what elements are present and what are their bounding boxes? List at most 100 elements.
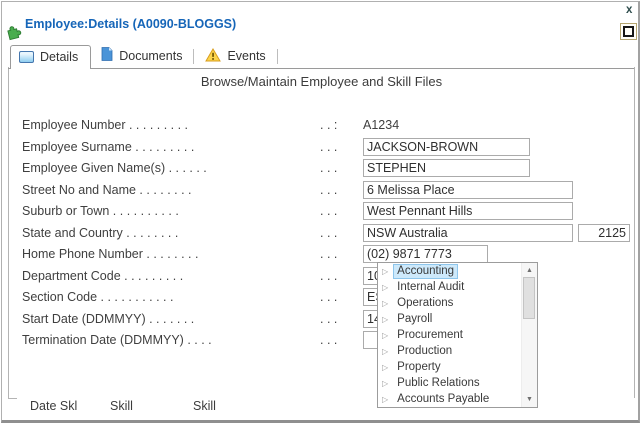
field-row-street: Street No and Name . . . . . . . . . . .: [22, 180, 634, 201]
puzzle-icon: [5, 23, 22, 41]
field-label: State and Country: [22, 225, 123, 240]
dot-leader: . . . .: [183, 333, 212, 347]
expand-arrow-icon: ▷: [382, 299, 389, 309]
dot-leader: . . . . . . . . . . .: [97, 290, 174, 304]
dropdown-item[interactable]: ▷ Public Relations: [378, 375, 521, 391]
dot-leader: . . . . . .: [165, 161, 207, 175]
tab-separator: [276, 49, 278, 64]
field-label: Department Code: [22, 268, 121, 283]
employee-number-value: A1234: [363, 118, 400, 132]
warning-icon: [205, 47, 222, 65]
dropdown-item-label: Property: [397, 360, 441, 373]
field-row-state-country: State and Country . . . . . . . . . . .: [22, 223, 634, 244]
field-row-employee-number: Employee Number . . . . . . . . . . . : …: [22, 116, 634, 136]
street-input[interactable]: [363, 180, 573, 199]
expand-arrow-icon: ▷: [382, 315, 389, 325]
dot-separator: . . .: [320, 268, 338, 283]
field-row-given-names: Employee Given Name(s) . . . . . . . . .: [22, 159, 634, 179]
panel-corner: [8, 398, 17, 399]
dropdown-item[interactable]: ▷ Procurement: [378, 328, 521, 344]
dropdown-item-label: Payroll: [397, 313, 433, 326]
dot-leader: . . . . . . . . .: [125, 118, 189, 132]
column-header-date-skl: Date Skl: [30, 399, 78, 413]
dot-leader: . . . . . . . . .: [131, 139, 195, 154]
dropdown-item[interactable]: ▷ Production: [378, 343, 521, 359]
dropdown-scrollbar[interactable]: ▲ ▼: [521, 263, 537, 407]
field-row-section: Section Code . . . . . . . . . . . . . .: [22, 288, 634, 308]
maximize-button[interactable]: [620, 23, 637, 40]
field-label: Street No and Name: [22, 182, 136, 197]
dot-leader: . . . . . . . . .: [120, 268, 184, 283]
dropdown-item-label: Public Relations: [397, 376, 480, 389]
dot-separator: . . .: [320, 290, 338, 304]
field-label: Employee Given Name(s): [22, 161, 166, 175]
tab-details[interactable]: Details: [10, 45, 92, 69]
tab-documents-label: Documents: [119, 49, 183, 63]
home-phone-input[interactable]: [363, 245, 488, 263]
dot-leader: . . . . . . .: [145, 311, 195, 326]
dropdown-item[interactable]: ▷ Payroll: [378, 312, 521, 328]
close-button[interactable]: x: [623, 3, 635, 17]
field-row-suburb: Suburb or Town . . . . . . . . . . . . .: [22, 202, 634, 222]
dot-separator: . . .: [320, 333, 338, 347]
dot-leader: . . . . . . . .: [142, 247, 199, 261]
column-header-skill-1: Skill: [110, 399, 133, 413]
dot-separator: . . .: [320, 311, 338, 326]
field-label: Employee Surname: [22, 139, 132, 154]
expand-arrow-icon: ▷: [382, 362, 389, 372]
field-row-surname: Employee Surname . . . . . . . . . . . .: [22, 137, 634, 158]
page-title: Browse/Maintain Employee and Skill Files: [200, 74, 443, 89]
dot-separator: . . .: [320, 182, 338, 197]
expand-arrow-icon: ▷: [382, 331, 389, 340]
tab-events[interactable]: Events: [195, 46, 275, 68]
dropdown-list: ▷ Accounting ▷ Internal Audit ▷ Operatio…: [378, 264, 521, 406]
column-header-skill-2: Skill: [193, 399, 216, 413]
dot-leader: . . . . . . . .: [122, 225, 179, 240]
tab-separator: [193, 49, 195, 64]
tab-bar: Details Documents Events: [8, 45, 634, 69]
surname-input[interactable]: [363, 137, 530, 156]
dot-leader: . . . . . . . . . .: [109, 204, 179, 218]
dot-separator: . . .: [320, 225, 338, 240]
field-label: Termination Date (DDMMYY): [22, 333, 184, 347]
field-row-department: Department Code . . . . . . . . . . . .: [22, 266, 634, 287]
document-icon: [101, 47, 113, 65]
dropdown-item[interactable]: ▷ Operations: [378, 296, 521, 312]
field-label: Suburb or Town: [22, 204, 110, 218]
tab-documents[interactable]: Documents: [91, 46, 192, 68]
dropdown-item[interactable]: ▷ Accounting: [378, 264, 521, 280]
department-dropdown: ▷ Accounting ▷ Internal Audit ▷ Operatio…: [377, 262, 538, 408]
dot-separator: . . .: [320, 139, 338, 154]
field-label: Home Phone Number: [22, 247, 143, 261]
scroll-down-icon[interactable]: ▼: [522, 392, 537, 407]
tab-events-label: Events: [227, 49, 266, 63]
field-row-start-date: Start Date (DDMMYY) . . . . . . . . . .: [22, 309, 634, 330]
tab-details-label: Details: [40, 50, 79, 64]
window-title: Employee:Details (A0090-BLOGGS): [25, 17, 237, 31]
postcode-input[interactable]: [578, 223, 630, 242]
maximize-icon: [623, 26, 634, 37]
dropdown-item[interactable]: ▷ Property: [378, 359, 521, 375]
employee-details-window: Employee:Details (A0090-BLOGGS) x Detail…: [0, 0, 643, 430]
expand-arrow-icon: ▷: [382, 283, 389, 293]
dropdown-item-label: Procurement: [397, 329, 463, 341]
dot-separator: . . .: [320, 247, 338, 261]
details-panel-icon: [19, 51, 34, 63]
scrollbar-thumb[interactable]: [523, 277, 535, 319]
expand-arrow-icon: ▷: [382, 267, 389, 277]
field-label: Employee Number: [22, 118, 126, 132]
dropdown-item[interactable]: ▷ Internal Audit: [378, 280, 521, 296]
scroll-up-icon[interactable]: ▲: [522, 263, 537, 278]
given-names-input[interactable]: [363, 159, 530, 177]
dot-separator: . . :: [320, 118, 338, 132]
state-country-input[interactable]: [363, 223, 573, 242]
dropdown-item[interactable]: ▷ Accounts Payable: [378, 391, 521, 407]
field-label: Start Date (DDMMYY): [22, 311, 146, 326]
dot-separator: . . .: [320, 204, 338, 218]
dropdown-item-label: Accounts Payable: [397, 392, 490, 405]
expand-arrow-icon: ▷: [382, 378, 389, 388]
field-row-phone: Home Phone Number . . . . . . . . . . .: [22, 245, 634, 265]
suburb-input[interactable]: [363, 202, 573, 220]
dropdown-item-label: Internal Audit: [397, 281, 465, 294]
expand-arrow-icon: ▷: [382, 394, 389, 404]
